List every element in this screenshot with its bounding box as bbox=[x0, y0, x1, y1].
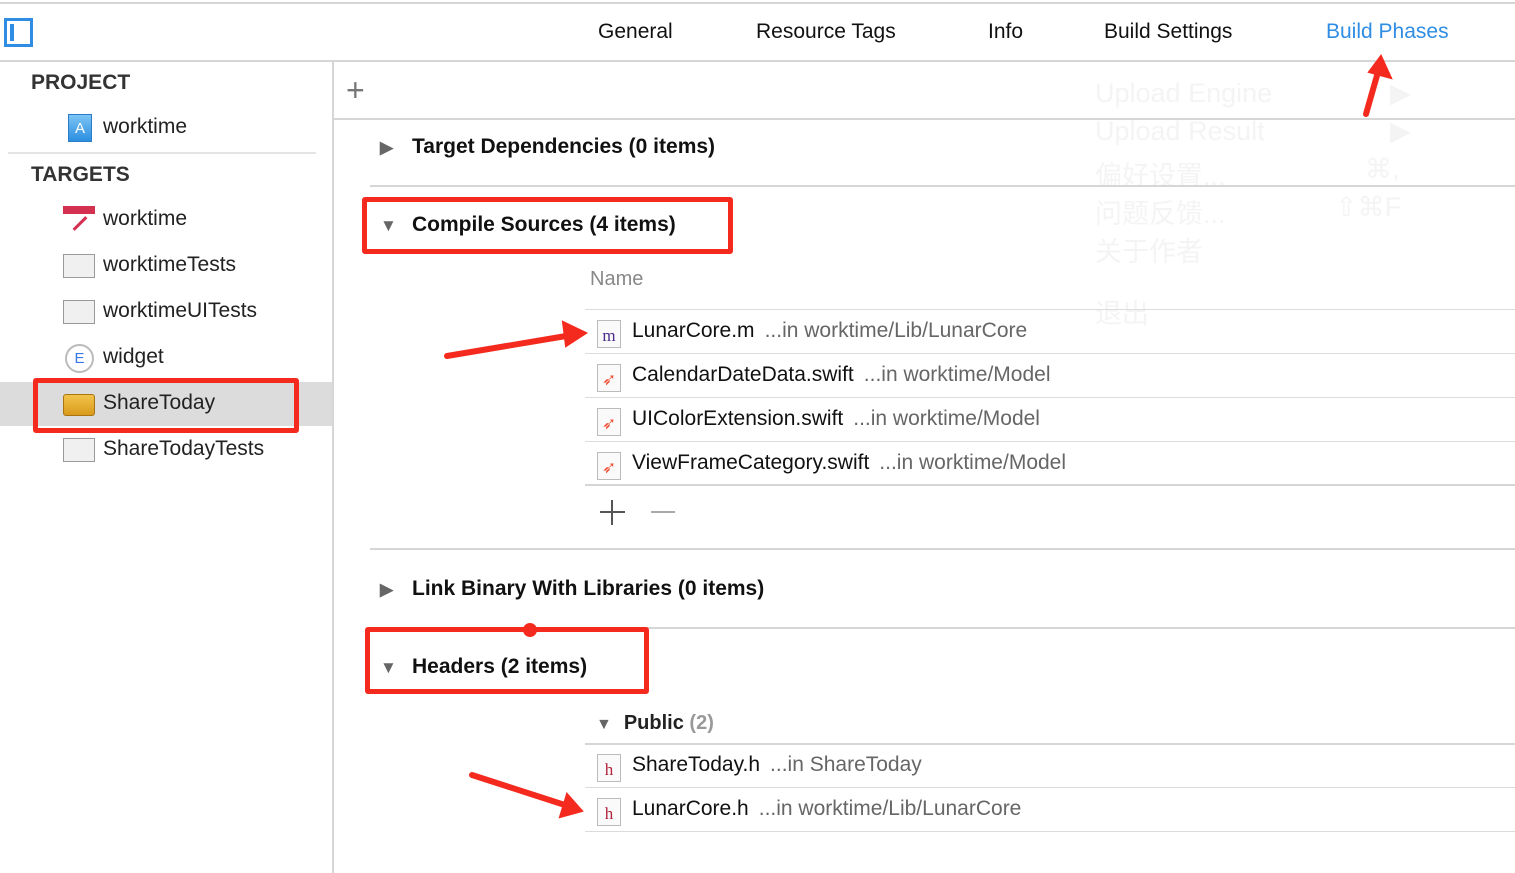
arrow-lunarcore-m bbox=[444, 332, 575, 359]
annotation-arrows bbox=[444, 54, 1393, 819]
arrow-lunarcore-h bbox=[469, 772, 571, 809]
